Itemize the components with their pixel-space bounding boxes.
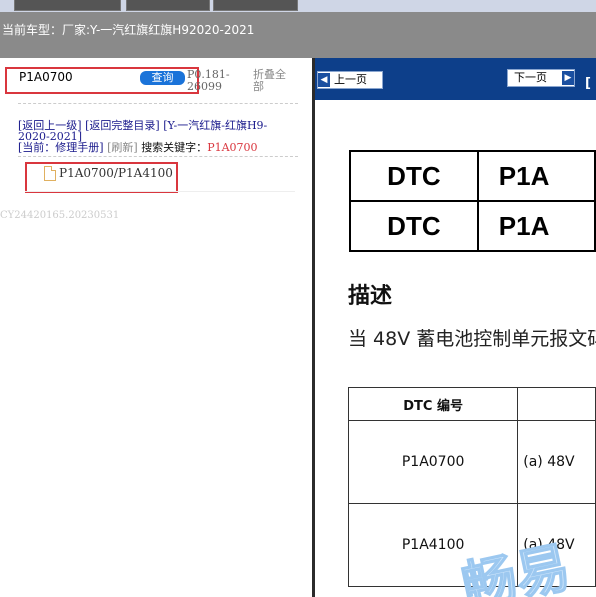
divider (25, 191, 295, 192)
breadcrumb: [返回上一级] [返回完整目录] [Y-一汽红旗-红旗H9-2020-2021]… (18, 120, 288, 153)
right-arrow-icon: ▶ (562, 71, 574, 85)
search-input[interactable] (19, 69, 137, 85)
left-arrow-icon: ◀ (318, 73, 330, 87)
table-header-row: DTC 编号 (347, 387, 596, 421)
collapse-all-link[interactable]: 折叠全部 (253, 69, 295, 93)
divider (18, 156, 298, 157)
pager-bracket: [ (585, 76, 591, 91)
window-tab[interactable] (14, 0, 121, 11)
refresh-link[interactable]: [刷新] (107, 141, 138, 154)
dtc-code-cell: P1A (476, 200, 596, 252)
table-row: P1A4100 (a) 48V (347, 503, 596, 587)
prev-page-label: 上一页 (334, 73, 367, 86)
current-manual: [当前：修理手册] (18, 141, 104, 154)
prev-page-button[interactable]: ◀ 上一页 (317, 71, 383, 89)
dtc-code: P1A4100 (347, 503, 519, 587)
table-row: P1A0700 (a) 48V (347, 420, 596, 504)
query-button[interactable]: 查询 (140, 71, 185, 85)
dtc-code: P1A0700 (347, 420, 519, 504)
pager-bar: ◀ 上一页 下一页 ▶ [ (315, 58, 596, 100)
divider (18, 103, 298, 104)
vehicle-label: 当前车型： (2, 23, 63, 37)
keyword-label: 搜索关键字： (141, 141, 208, 154)
serial-number: CY24420165.20230531 (0, 210, 120, 221)
window-tabs (0, 0, 596, 12)
current-vehicle: 当前车型：厂家:Y-一汽红旗红旗H92020-2021 (2, 21, 254, 38)
next-page-button[interactable]: 下一页 ▶ (507, 69, 575, 87)
top-bar: 当前车型：厂家:Y-一汽红旗红旗H92020-2021 (0, 0, 596, 58)
vehicle-value: 厂家:Y-一汽红旗红旗H92020-2021 (62, 23, 255, 37)
result-item-link[interactable]: P1A0700/P1A4100 (59, 166, 173, 180)
search-keyword: P1A0700 (207, 141, 258, 154)
dtc-label-cell: DTC (349, 200, 479, 252)
left-pane: 查询 P0.181-26099 折叠全部 [返回上一级] [返回完整目录] [Y… (0, 58, 312, 597)
dtc-code-cell: P1A (476, 150, 596, 202)
next-page-label: 下一页 (514, 71, 547, 84)
column-header: DTC 编号 (347, 387, 519, 421)
document-viewer: ◀ 上一页 下一页 ▶ [ DTC P1A DTC P1A 描述 当 48V 蓄… (315, 58, 596, 597)
description-text: 当 48V 蓄电池控制单元报文码。 (348, 328, 596, 350)
dtc-table: DTC P1A DTC P1A (349, 150, 596, 252)
back-toc-link[interactable]: [返回完整目录] (85, 119, 160, 132)
dtc-label-cell: DTC (349, 150, 479, 202)
dtc-codes-table: DTC 编号 P1A0700 (a) 48V P1A4100 (a) 48V (347, 387, 596, 587)
window-tab[interactable] (213, 0, 298, 11)
window-tab[interactable] (126, 0, 210, 11)
dtc-condition: (a) 48V (517, 503, 596, 587)
page-reference: P0.181-26099 (187, 68, 230, 93)
table-row: DTC P1A (349, 200, 596, 252)
section-title: 描述 (348, 284, 393, 309)
column-header (517, 387, 596, 421)
dtc-condition: (a) 48V (517, 420, 596, 504)
document-icon (44, 166, 56, 181)
table-row: DTC P1A (349, 150, 596, 202)
